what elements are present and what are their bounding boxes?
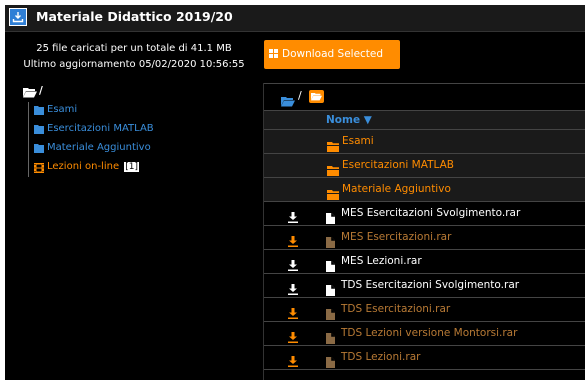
table-row: TDS Esercitazioni.rar bbox=[264, 298, 585, 322]
download-arrow-icon[interactable] bbox=[288, 280, 298, 299]
tree-item-label: Esercitazioni MATLAB bbox=[47, 123, 154, 134]
download-arrow-icon[interactable] bbox=[288, 208, 298, 227]
download-selected-button[interactable]: Download Selected bbox=[264, 40, 400, 69]
table-row: MES Lezioni.rar bbox=[264, 250, 585, 274]
download-arrow-icon[interactable] bbox=[288, 256, 298, 275]
table-header: Nome ▼ bbox=[264, 110, 585, 130]
breadcrumb: / bbox=[264, 84, 585, 110]
table-row[interactable]: Esercitazioni MATLAB bbox=[264, 154, 585, 178]
folder-icon bbox=[34, 106, 44, 118]
title-bar: Materiale Didattico 2019/20 bbox=[5, 5, 585, 32]
file-browser-window: Materiale Didattico 2019/20 25 file cari… bbox=[5, 5, 585, 380]
table-row: TDS Lezioni.rar bbox=[264, 346, 585, 370]
download-arrow-icon[interactable] bbox=[288, 304, 298, 323]
tree-item-label: Esami bbox=[47, 104, 78, 115]
row-name[interactable]: Materiale Aggiuntivo bbox=[342, 183, 451, 195]
download-selected-label: Download Selected bbox=[282, 48, 384, 60]
tree-guide-line bbox=[28, 102, 29, 177]
page-title: Materiale Didattico 2019/20 bbox=[36, 9, 233, 24]
folder-open-icon bbox=[311, 92, 322, 101]
download-arrow-icon[interactable] bbox=[288, 232, 298, 251]
breadcrumb-root[interactable]: / bbox=[298, 89, 302, 102]
table-row: TDS Esercitazioni Svolgimento.rar bbox=[264, 274, 585, 298]
folder-open-icon[interactable] bbox=[281, 92, 295, 111]
row-name[interactable]: TDS Esercitazioni.rar bbox=[341, 303, 450, 315]
row-name[interactable]: TDS Esercitazioni Svolgimento.rar bbox=[341, 279, 519, 291]
download-arrow-icon[interactable] bbox=[288, 352, 298, 371]
download-arrow-icon[interactable] bbox=[288, 328, 298, 347]
upload-summary: 25 file caricati per un totale di 41.1 M… bbox=[36, 43, 232, 54]
row-name[interactable]: Esami bbox=[342, 135, 374, 147]
grid-icon bbox=[269, 49, 279, 59]
table-row: TDS Lezioni versione Montorsi.rar bbox=[264, 322, 585, 346]
download-box-icon bbox=[9, 8, 27, 26]
table-row: MES Esercitazioni.rar bbox=[264, 226, 585, 250]
folder-open-icon bbox=[23, 87, 37, 101]
tree-item-label: Materiale Aggiuntivo bbox=[47, 142, 151, 153]
tree-root-label: / bbox=[39, 85, 43, 97]
row-name[interactable]: Esercitazioni MATLAB bbox=[342, 159, 454, 171]
table-row[interactable]: Materiale Aggiuntivo bbox=[264, 178, 585, 202]
row-name[interactable]: TDS Lezioni versione Montorsi.rar bbox=[341, 327, 517, 339]
file-icon bbox=[326, 353, 335, 372]
row-name[interactable]: MES Esercitazioni Svolgimento.rar bbox=[341, 207, 520, 219]
row-name[interactable]: MES Lezioni.rar bbox=[341, 255, 422, 267]
tree-item-label: Lezioni on-line bbox=[47, 161, 120, 172]
table-row[interactable]: Esami bbox=[264, 130, 585, 154]
film-icon bbox=[34, 163, 44, 176]
table-row: MES Esercitazioni Svolgimento.rar bbox=[264, 202, 585, 226]
row-name[interactable]: TDS Lezioni.rar bbox=[341, 351, 420, 363]
folder-icon bbox=[34, 144, 44, 156]
row-name[interactable]: MES Esercitazioni.rar bbox=[341, 231, 451, 243]
breadcrumb-current-folder[interactable] bbox=[309, 90, 324, 103]
file-count-badge: [1] bbox=[124, 162, 140, 172]
folder-icon bbox=[34, 125, 44, 137]
last-update: Ultimo aggiornamento 05/02/2020 10:56:55 bbox=[23, 59, 245, 70]
column-header-name[interactable]: Nome ▼ bbox=[326, 114, 372, 126]
